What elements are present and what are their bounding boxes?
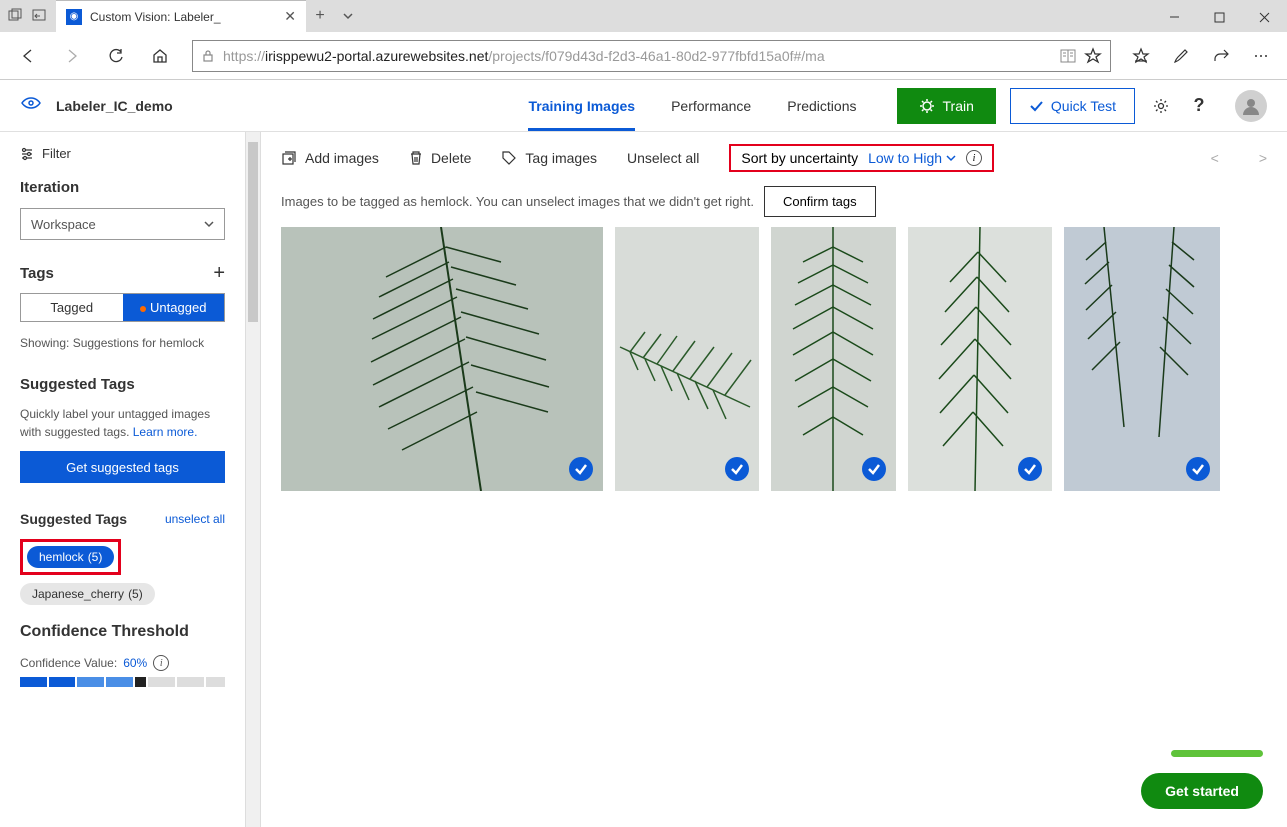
add-images-icon bbox=[281, 150, 297, 166]
address-bar: https://irisppewu2-portal.azurewebsites.… bbox=[0, 32, 1287, 80]
help-icon[interactable]: ? bbox=[1187, 94, 1211, 118]
sort-dropdown[interactable]: Low to High bbox=[868, 150, 956, 166]
tag-toggle: Tagged Untagged bbox=[20, 293, 225, 322]
iteration-select[interactable]: Workspace bbox=[20, 208, 225, 240]
suggested-tags-heading: Suggested Tags bbox=[20, 376, 225, 393]
favorites-icon[interactable] bbox=[1123, 38, 1159, 74]
confirm-tags-button[interactable]: Confirm tags bbox=[764, 186, 876, 217]
check-icon bbox=[1029, 99, 1043, 113]
new-tab-icon[interactable]: + bbox=[306, 0, 334, 32]
url-input[interactable]: https://irisppewu2-portal.azurewebsites.… bbox=[192, 40, 1111, 72]
tag-icon bbox=[501, 150, 517, 166]
sort-control: Sort by uncertainty Low to High i bbox=[729, 144, 994, 172]
maximize-icon[interactable] bbox=[1197, 2, 1242, 32]
home-icon[interactable] bbox=[140, 36, 180, 76]
sidebar-scrollbar[interactable] bbox=[245, 132, 261, 827]
showing-text: Showing: Suggestions for hemlock bbox=[20, 334, 225, 352]
chevron-down-icon bbox=[204, 219, 214, 229]
avatar[interactable] bbox=[1235, 90, 1267, 122]
pager-prev[interactable]: < bbox=[1211, 150, 1219, 166]
image-tile[interactable] bbox=[1064, 227, 1220, 491]
get-started-button[interactable]: Get started bbox=[1141, 773, 1263, 809]
tab-chevron-icon[interactable] bbox=[334, 0, 362, 32]
close-tab-icon[interactable]: ✕ bbox=[284, 8, 296, 25]
custom-vision-logo-icon bbox=[20, 92, 42, 119]
delete-button[interactable]: Delete bbox=[409, 150, 471, 166]
check-icon[interactable] bbox=[1018, 457, 1042, 481]
info-icon[interactable]: i bbox=[153, 655, 169, 671]
filter-icon bbox=[20, 147, 34, 161]
toolbar: Add images Delete Tag images Unselect al… bbox=[281, 144, 1267, 172]
notes-icon[interactable] bbox=[1163, 38, 1199, 74]
suggested-tags-heading-2: Suggested Tags bbox=[20, 511, 127, 527]
tab-predictions[interactable]: Predictions bbox=[787, 80, 856, 131]
forward-icon[interactable] bbox=[52, 36, 92, 76]
unselect-all-button[interactable]: Unselect all bbox=[627, 150, 699, 166]
favorite-star-icon[interactable] bbox=[1084, 47, 1102, 65]
info-icon[interactable]: i bbox=[966, 150, 982, 166]
gear-icon bbox=[919, 98, 935, 114]
add-tag-icon[interactable]: + bbox=[213, 262, 225, 285]
check-icon[interactable] bbox=[862, 457, 886, 481]
tab-performance[interactable]: Performance bbox=[671, 80, 751, 131]
url-text: https://irisppewu2-portal.azurewebsites.… bbox=[223, 48, 825, 64]
pager: < > bbox=[1211, 150, 1267, 166]
tags-heading: Tags bbox=[20, 265, 54, 282]
chevron-down-icon bbox=[946, 153, 956, 163]
image-tile[interactable] bbox=[771, 227, 896, 491]
tag-message: Images to be tagged as hemlock. You can … bbox=[281, 194, 754, 209]
browser-tab[interactable]: ◉ Custom Vision: Labeler_ ✕ bbox=[56, 0, 306, 32]
share-icon[interactable] bbox=[1203, 38, 1239, 74]
unselect-all-link[interactable]: unselect all bbox=[165, 512, 225, 526]
app-header: Labeler_IC_demo Training Images Performa… bbox=[0, 80, 1287, 132]
minimize-icon[interactable] bbox=[1152, 2, 1197, 32]
tagged-toggle[interactable]: Tagged bbox=[21, 294, 123, 321]
favicon-icon: ◉ bbox=[66, 9, 82, 25]
learn-more-link[interactable]: Learn more. bbox=[133, 425, 198, 439]
image-tile[interactable] bbox=[615, 227, 759, 491]
main-content: Add images Delete Tag images Unselect al… bbox=[261, 132, 1287, 827]
tag-pill-hemlock[interactable]: hemlock(5) bbox=[27, 546, 114, 568]
train-button[interactable]: Train bbox=[897, 88, 996, 124]
window-controls bbox=[1152, 2, 1287, 32]
add-images-button[interactable]: Add images bbox=[281, 150, 379, 166]
sidebar: Filter Iteration Workspace Tags + Tagged… bbox=[0, 132, 245, 827]
set-aside-icon[interactable] bbox=[32, 8, 48, 24]
quick-test-button[interactable]: Quick Test bbox=[1010, 88, 1135, 124]
highlighted-pill-box: hemlock(5) bbox=[20, 539, 121, 575]
image-tile[interactable] bbox=[281, 227, 603, 491]
check-icon[interactable] bbox=[1186, 457, 1210, 481]
reader-icon[interactable] bbox=[1060, 48, 1076, 64]
image-grid bbox=[281, 227, 1267, 491]
filter-row[interactable]: Filter bbox=[20, 146, 225, 161]
pager-next[interactable]: > bbox=[1259, 150, 1267, 166]
browser-titlebar: ◉ Custom Vision: Labeler_ ✕ + bbox=[0, 0, 1287, 32]
project-name: Labeler_IC_demo bbox=[56, 98, 173, 114]
refresh-icon[interactable] bbox=[96, 36, 136, 76]
tab-training-images[interactable]: Training Images bbox=[528, 80, 635, 131]
iteration-heading: Iteration bbox=[20, 179, 225, 196]
confidence-slider[interactable] bbox=[20, 677, 225, 687]
sort-label: Sort by uncertainty bbox=[741, 150, 858, 166]
settings-icon[interactable] bbox=[1149, 94, 1173, 118]
tag-pill-japanese-cherry[interactable]: Japanese_cherry(5) bbox=[20, 583, 155, 605]
cascade-icon[interactable] bbox=[8, 8, 24, 24]
more-icon[interactable] bbox=[1243, 38, 1279, 74]
progress-indicator bbox=[1171, 750, 1263, 757]
image-tile[interactable] bbox=[908, 227, 1052, 491]
close-window-icon[interactable] bbox=[1242, 2, 1287, 32]
check-icon[interactable] bbox=[725, 457, 749, 481]
suggested-description: Quickly label your untagged images with … bbox=[20, 405, 225, 441]
get-suggested-button[interactable]: Get suggested tags bbox=[20, 451, 225, 483]
lock-icon bbox=[201, 49, 215, 63]
tag-images-button[interactable]: Tag images bbox=[501, 150, 597, 166]
untagged-toggle[interactable]: Untagged bbox=[123, 294, 225, 321]
check-icon[interactable] bbox=[569, 457, 593, 481]
tab-title: Custom Vision: Labeler_ bbox=[90, 10, 221, 24]
trash-icon bbox=[409, 150, 423, 166]
confidence-heading: Confidence Threshold bbox=[20, 623, 225, 641]
confidence-value-row: Confidence Value: 60% i bbox=[20, 655, 225, 671]
back-icon[interactable] bbox=[8, 36, 48, 76]
